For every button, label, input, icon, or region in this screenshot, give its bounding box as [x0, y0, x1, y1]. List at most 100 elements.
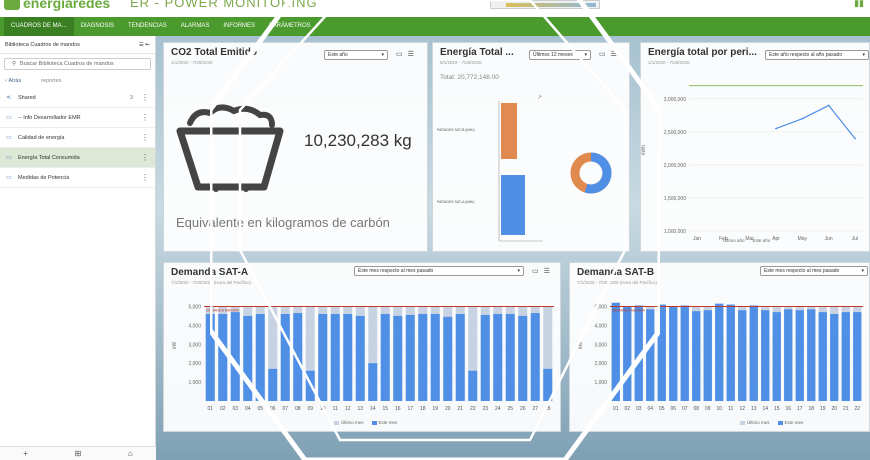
period-select-value: Este año respecto al año pasado: [769, 52, 843, 58]
x-tick-label: 10: [716, 406, 722, 412]
window-icon[interactable]: ▭: [532, 267, 539, 275]
add-icon[interactable]: +: [23, 449, 28, 458]
chevron-down-icon: ▾: [381, 52, 384, 58]
period-select[interactable]: Este año respecto al año pasado ▾: [765, 50, 869, 60]
menu-icon[interactable]: ☰: [544, 267, 550, 275]
y-tick-label: 1,500,000: [664, 196, 686, 202]
bar-this-month: [418, 314, 428, 401]
sidebar-item-label: -- Info Desarrollador EMR: [18, 114, 81, 121]
chevron-down-icon: ▾: [517, 268, 520, 274]
bar-this-month: [818, 312, 827, 401]
tab-alarms[interactable]: Alarmas: [174, 17, 217, 36]
y-tick-label: 2,500,000: [664, 130, 686, 136]
sidebar-header: Biblioteca Cuadros de mandos ☰ ⇤: [0, 36, 155, 54]
panel-title: Energía total por peri...: [648, 47, 757, 58]
bar-this-month: [692, 311, 701, 401]
user-menu-icon[interactable]: ▮▮: [854, 0, 864, 9]
more-options-icon[interactable]: ⋮: [141, 93, 149, 102]
more-options-icon[interactable]: ⋮: [141, 113, 149, 122]
period-select[interactable]: Últimos 12 meses ▾: [529, 50, 591, 60]
y-axis-label: kWh: [641, 145, 647, 155]
more-options-icon[interactable]: ⋮: [141, 153, 149, 162]
sidebar-item-info-developer[interactable]: ▭ -- Info Desarrollador EMR ⋮: [0, 108, 155, 128]
demand-sat-b-chart: 1,000 2,000 3,000 4,000 5,000 kW 01 02 03 04 05 06 0…: [578, 302, 863, 412]
bar-this-month: [393, 315, 403, 401]
x-tick-label: 17: [407, 406, 413, 412]
top-status-widget[interactable]: [490, 0, 600, 9]
menu-icon[interactable]: ☰: [611, 50, 617, 58]
tab-dashboards[interactable]: Cuadros de ma...: [4, 17, 74, 36]
dashboard-icon: ▭: [6, 155, 12, 161]
bar-this-month: [634, 305, 643, 401]
x-tick-label: 25: [507, 406, 513, 412]
list-view-icon[interactable]: ☰: [139, 42, 144, 48]
chevron-down-icon: ▾: [861, 268, 864, 274]
x-tick-label: Apr: [772, 236, 780, 242]
legend-this-month: Este mes: [371, 420, 397, 425]
x-tick-label: 22: [470, 406, 476, 412]
energy-total-value: Total: 20,772,148.00: [440, 74, 499, 81]
tab-reports[interactable]: Informes: [216, 17, 262, 36]
reports-link[interactable]: reportes: [41, 78, 61, 84]
legend-last-month: Último mes: [334, 420, 364, 425]
x-tick-label: 12: [345, 406, 351, 412]
sidebar-item-label: Energía Total Consumida: [18, 154, 80, 161]
legend-label: Este mes: [784, 420, 804, 425]
tab-diagnosis[interactable]: Diagnosis: [74, 17, 121, 36]
sidebar-item-total-energy[interactable]: ▭ Energía Total Consumida ⋮: [0, 148, 155, 168]
collapse-sidebar-icon[interactable]: ⇤: [145, 42, 150, 48]
app-title: ER - POWER MONITORING: [130, 0, 318, 10]
share-icon: ⋖: [6, 95, 12, 101]
more-options-icon[interactable]: ⋮: [141, 133, 149, 142]
period-select[interactable]: Este mes respecto al mes pasado ▾: [354, 266, 524, 276]
x-tick-label: 20: [831, 406, 837, 412]
y-tick-label: 2,000: [594, 361, 607, 367]
bar-this-month: [807, 309, 816, 401]
add-folder-icon[interactable]: ⊞: [75, 449, 82, 458]
more-options-icon[interactable]: ⋮: [141, 173, 149, 182]
period-select[interactable]: Este año ▾: [324, 50, 388, 60]
x-tick-label: 02: [624, 406, 630, 412]
data-point: [775, 127, 777, 130]
sidebar-item-shared[interactable]: ⋖ Shared 3 ⋮: [0, 88, 155, 108]
x-tick-label: 21: [843, 406, 849, 412]
menu-icon[interactable]: ☰: [408, 50, 414, 58]
x-tick-label: 09: [307, 406, 313, 412]
x-tick-label: 03: [636, 406, 642, 412]
period-select[interactable]: Este mes respecto al mes pasado ▾: [760, 266, 868, 276]
window-icon[interactable]: ▭: [396, 50, 403, 58]
sidebar-search[interactable]: ⚲ Buscar Biblioteca Cuadros de mandos: [4, 58, 151, 70]
home-icon[interactable]: ⌂: [128, 449, 133, 458]
expand-chart-icon[interactable]: ↗: [537, 95, 542, 101]
x-tick-label: 09: [705, 406, 711, 412]
bar-this-month: [368, 363, 378, 401]
x-tick-label: 20: [445, 406, 451, 412]
y-tick-label: 1,000: [188, 380, 201, 386]
window-icon[interactable]: ▭: [599, 50, 606, 58]
energy-total-panel: Energía Total ... 8/1/2019 - 7/28/2020 Ú…: [432, 42, 630, 252]
co2-caption: Equivalente en kilogramos de carbón: [176, 215, 390, 230]
bar-this-month: [680, 305, 689, 401]
bar-this-month: [468, 370, 478, 401]
x-tick-label: 17: [797, 406, 803, 412]
panel-title: Demanda SAT-B: [577, 267, 655, 278]
tab-trends[interactable]: Tendencias: [121, 17, 174, 36]
bar-this-month: [841, 312, 850, 401]
sidebar-item-energy-quality[interactable]: ▭ Calidad de energía ⋮: [0, 128, 155, 148]
x-tick-label: 21: [457, 406, 463, 412]
x-tick-label: 18: [420, 406, 426, 412]
tab-parameters[interactable]: Parámetros: [262, 17, 318, 36]
main-nav: Cuadros de ma... Diagnosis Tendencias Al…: [0, 17, 870, 36]
bar-this-month: [623, 306, 632, 401]
panel-date-range: 7/1/2020 - 7/28/2020 (Hora del Pacífico): [171, 280, 252, 285]
x-tick-label: 04: [245, 406, 251, 412]
back-link[interactable]: Atrás: [8, 78, 21, 84]
bar-this-month: [657, 304, 666, 401]
sidebar-item-power-measures[interactable]: ▭ Medidas de Potencia ⋮: [0, 168, 155, 188]
y-axis-label: kW: [578, 342, 584, 350]
co2-panel: CO2 Total Emitido 1/1/2020 - 7/28/2020 E…: [163, 42, 428, 252]
data-point: [854, 137, 856, 140]
bar-this-month: [493, 314, 503, 401]
x-tick-label: 03: [232, 406, 238, 412]
dashboard-icon: ▭: [6, 135, 12, 141]
